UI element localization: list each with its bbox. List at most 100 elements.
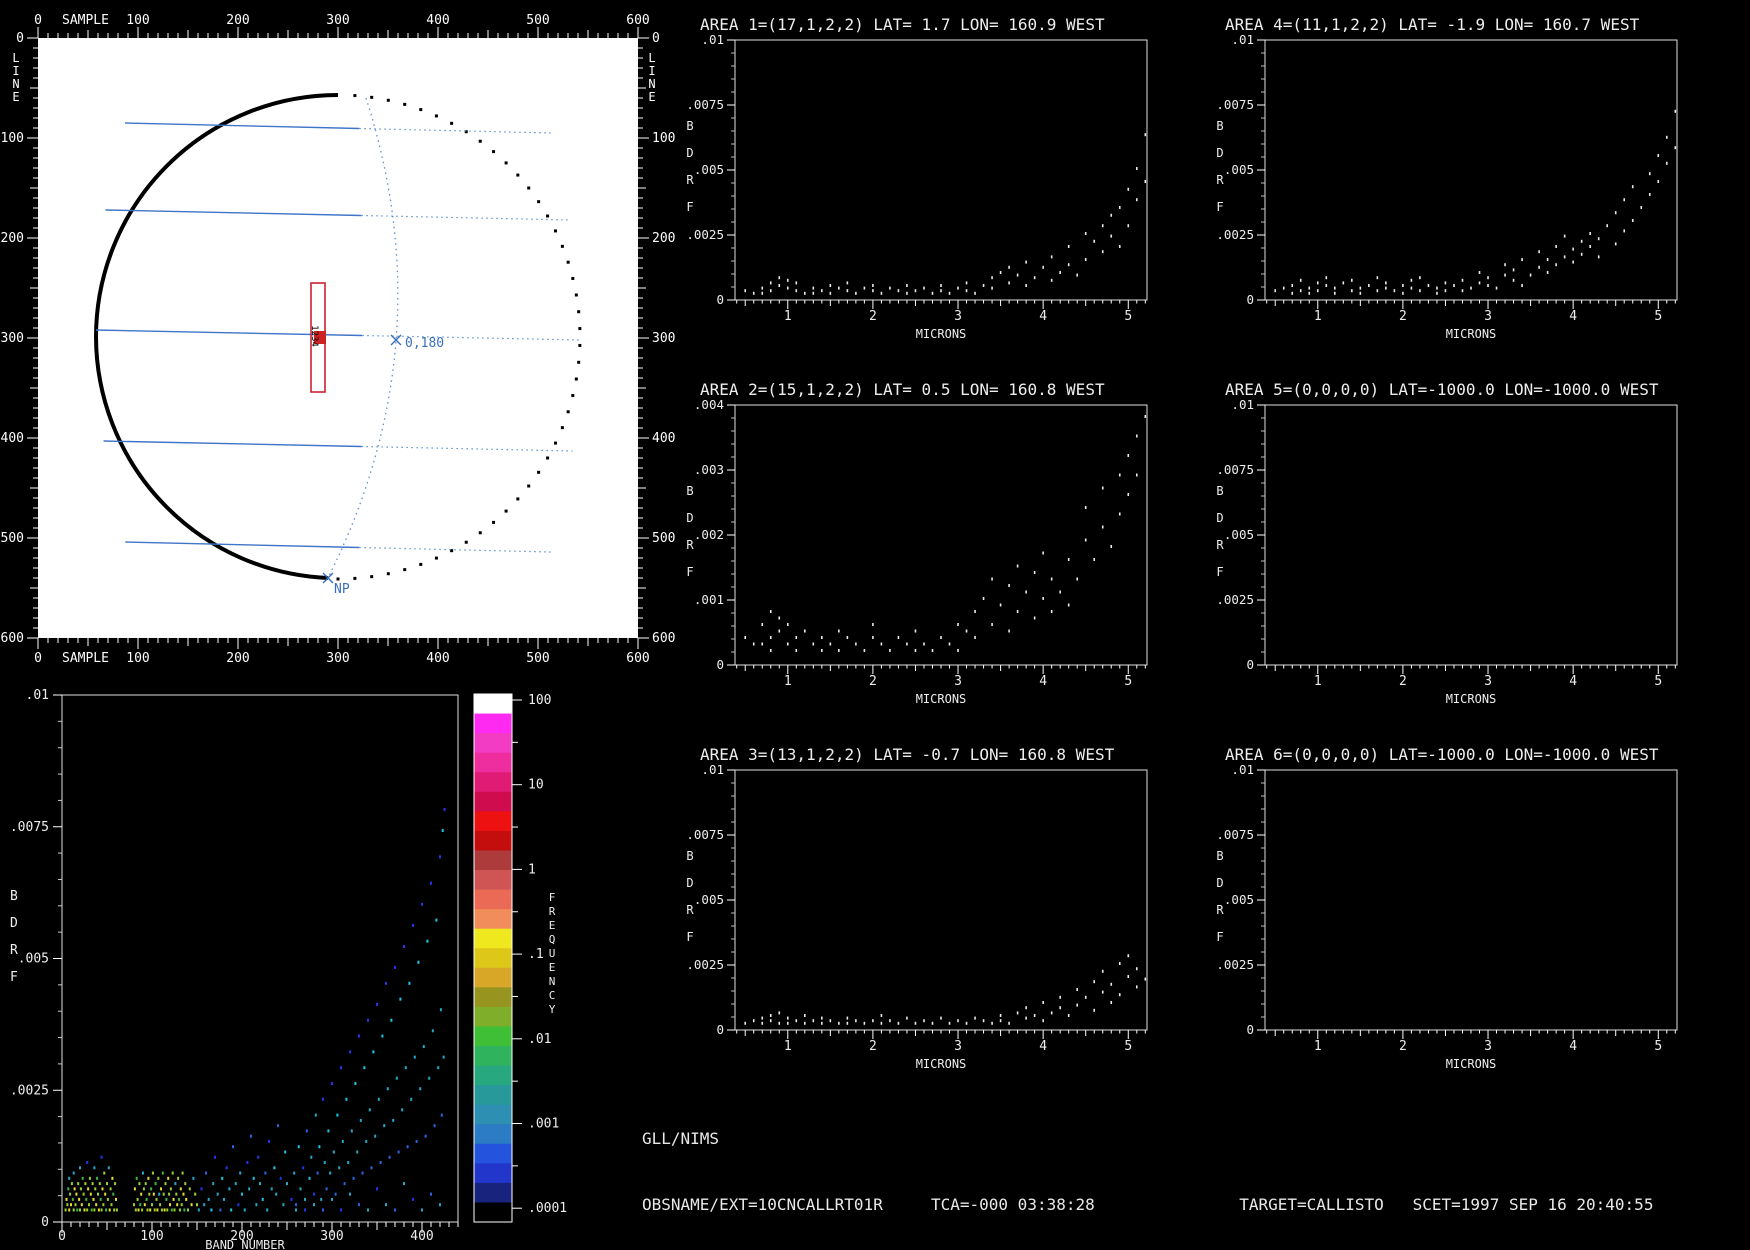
- x-axis-label: MICRONS: [1446, 692, 1497, 706]
- disk-dotted-limb-dot: [578, 343, 582, 347]
- disk-dotted-limb-dot: [560, 244, 564, 248]
- x-tick-label: 0: [58, 1229, 66, 1244]
- area-plot-title: AREA 4=(11,1,2,2) LAT= -1.9 LON= 160.7 W…: [1225, 15, 1640, 34]
- y-tick-label: .005: [1224, 527, 1254, 542]
- x-tick-label: 4: [1039, 309, 1047, 324]
- line-tick-label: 0: [652, 31, 660, 46]
- disk-dotted-limb-dot: [577, 310, 581, 314]
- colorbar-title: E: [549, 961, 556, 974]
- y-axis-label: D: [1216, 146, 1223, 160]
- colorbar-segment: [474, 1182, 512, 1203]
- area-spectrum-plot-area4: AREA 4=(11,1,2,2) LAT= -1.9 LON= 160.7 W…: [1216, 15, 1678, 341]
- x-tick-label: 3: [954, 674, 962, 689]
- disk-dotted-limb-dot: [370, 95, 374, 99]
- info-line-mission: GLL/NIMS: [642, 1129, 720, 1148]
- colorbar-segment: [474, 870, 512, 891]
- y-axis-label: B: [686, 484, 693, 498]
- observation-info-block: GLL/NIMS OBSNAME/EXT=10CNCALLRT01R TCA=-…: [642, 1084, 1653, 1250]
- line-tick-label: 400: [652, 431, 675, 446]
- line-tick-label: 200: [652, 231, 675, 246]
- y-axis-label: D: [686, 876, 693, 890]
- line-axis-label: E: [648, 90, 655, 104]
- disk-dotted-limb-dot: [554, 441, 558, 445]
- y-axis-label: F: [686, 565, 693, 579]
- x-tick-label: 2: [869, 309, 877, 324]
- colorbar-tick-label: .1: [528, 947, 544, 962]
- x-tick-label: 5: [1654, 1039, 1662, 1054]
- colorbar-tick-label: .01: [528, 1032, 551, 1047]
- colorbar-segment: [474, 1163, 512, 1184]
- x-tick-label: 3: [954, 1039, 962, 1054]
- line-tick-label: 600: [1, 631, 24, 646]
- sample-tick-label: 0: [34, 13, 42, 28]
- line-axis-label: L: [648, 51, 655, 65]
- disk-dotted-limb-dot: [336, 577, 340, 581]
- disk-dotted-limb-dot: [492, 520, 496, 524]
- line-axis-label: L: [12, 51, 19, 65]
- x-tick-label: 5: [1124, 674, 1132, 689]
- line-axis-label: E: [12, 90, 19, 104]
- area-spectrum-plot-area6: AREA 6=(0,0,0,0) LAT=-1000.0 LON=-1000.0…: [1216, 745, 1678, 1071]
- colorbar-segment: [474, 1124, 512, 1145]
- x-tick-label: 4: [1569, 1039, 1577, 1054]
- colorbar-segment: [474, 987, 512, 1008]
- disk-dotted-limb-dot: [546, 214, 550, 218]
- colorbar-segment: [474, 928, 512, 949]
- x-tick-label: 400: [410, 1229, 433, 1244]
- area-spectrum-plot-area5: AREA 5=(0,0,0,0) LAT=-1000.0 LON=-1000.0…: [1216, 380, 1678, 706]
- disk-dotted-limb-dot: [370, 575, 374, 579]
- y-axis-label: B: [686, 849, 693, 863]
- sample-axis-label: SAMPLE: [62, 651, 109, 666]
- x-tick-label: 5: [1124, 1039, 1132, 1054]
- disk-dotted-limb-dot: [566, 260, 570, 264]
- x-axis-label: MICRONS: [1446, 1057, 1497, 1071]
- disk-dotted-limb-dot: [434, 114, 438, 118]
- colorbar-segment: [474, 850, 512, 871]
- area-spectrum-plot-area1: AREA 1=(17,1,2,2) LAT= 1.7 LON= 160.9 WE…: [686, 15, 1148, 341]
- sample-tick-label: 200: [226, 13, 249, 28]
- y-tick-label: .01: [26, 688, 49, 703]
- line-axis-label: I: [12, 64, 19, 78]
- sample-tick-label: 100: [126, 651, 149, 666]
- colorbar-segment: [474, 752, 512, 773]
- colorbar-title: C: [549, 989, 556, 1002]
- line-tick-label: 400: [1, 431, 24, 446]
- y-tick-label: 0: [716, 1022, 724, 1037]
- y-tick-label: .01: [701, 762, 724, 777]
- line-axis-label: N: [648, 77, 655, 91]
- disk-dotted-limb-dot: [554, 229, 558, 233]
- y-tick-label: .0025: [1216, 957, 1254, 972]
- x-tick-label: 1: [1314, 1039, 1322, 1054]
- y-tick-label: .0075: [1216, 827, 1254, 842]
- sample-tick-label: 100: [126, 13, 149, 28]
- y-axis-label: D: [686, 511, 693, 525]
- disk-dotted-limb-dot: [386, 572, 390, 576]
- y-tick-label: .0025: [1216, 227, 1254, 242]
- y-axis-label: F: [1216, 565, 1223, 579]
- y-tick-label: .0025: [686, 957, 724, 972]
- area-plot-title: AREA 3=(13,1,2,2) LAT= -0.7 LON= 160.8 W…: [700, 745, 1115, 764]
- sample-tick-label: 400: [426, 651, 449, 666]
- colorbar-segment: [474, 733, 512, 754]
- line-axis-label: I: [648, 64, 655, 78]
- y-tick-label: .01: [1231, 397, 1254, 412]
- x-tick-label: 100: [140, 1229, 163, 1244]
- y-axis-label: F: [10, 970, 18, 985]
- y-tick-label: .005: [694, 892, 724, 907]
- nims-display-screen: 0 0 0 0 100 100 100 100 200 200 200 200 300 300 300 300…: [0, 0, 1750, 1250]
- line-tick-label: 200: [1, 231, 24, 246]
- y-tick-label: .0075: [1216, 462, 1254, 477]
- y-tick-label: .0025: [10, 1083, 49, 1098]
- y-axis-label: F: [1216, 200, 1223, 214]
- y-axis-label: D: [686, 146, 693, 160]
- colorbar-segment: [474, 889, 512, 910]
- x-tick-label: 1: [784, 674, 792, 689]
- colorbar-segment: [474, 1202, 512, 1223]
- y-tick-label: .004: [694, 397, 724, 412]
- disk-dotted-limb-dot: [577, 360, 581, 364]
- disk-dotted-limb-dot: [478, 531, 482, 535]
- y-axis-label: R: [1216, 173, 1224, 187]
- disk-dotted-limb-dot: [492, 150, 496, 154]
- disk-dotted-limb-dot: [516, 497, 520, 501]
- disk-dotted-limb-dot: [353, 94, 357, 98]
